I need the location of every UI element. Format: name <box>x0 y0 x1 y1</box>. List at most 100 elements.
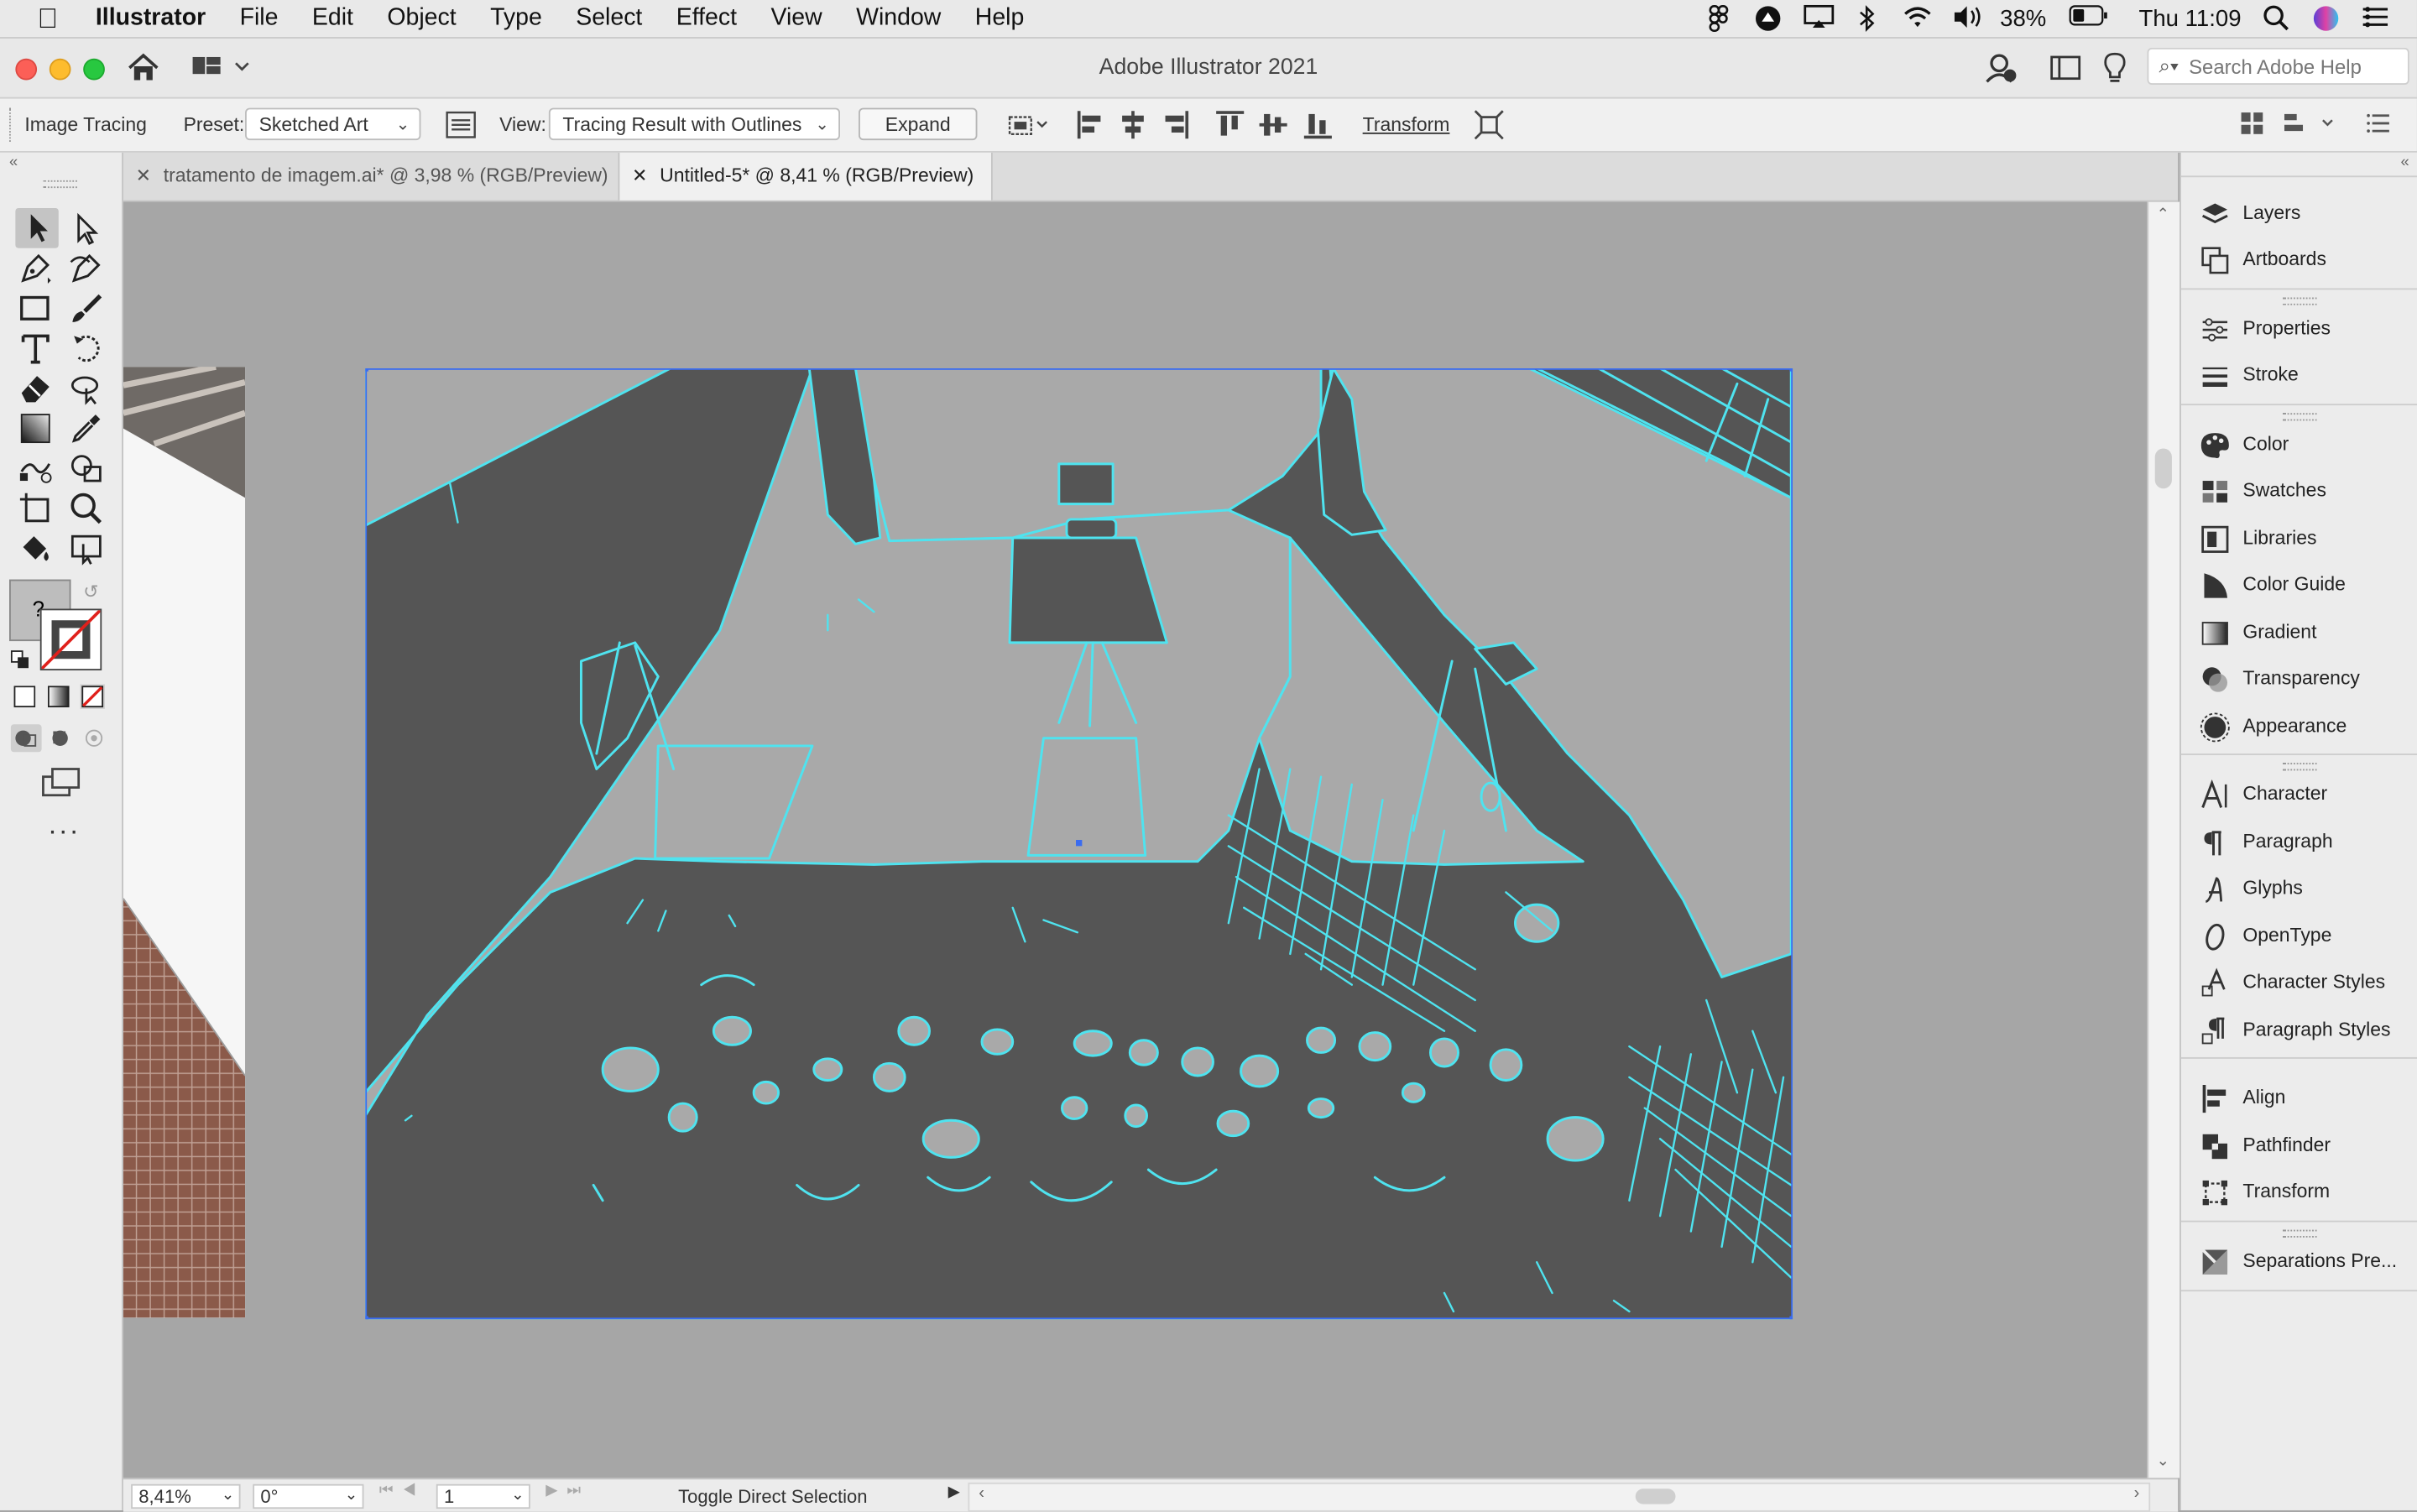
panel-libraries[interactable]: Libraries <box>2181 519 2417 560</box>
horizontal-scrollbar[interactable]: ‹ › <box>968 1482 2151 1512</box>
panel-appearance[interactable]: Appearance <box>2181 707 2417 748</box>
panel-character[interactable]: Character <box>2181 775 2417 816</box>
menu-edit[interactable]: Edit <box>312 5 353 33</box>
width-tool-icon[interactable] <box>68 370 105 407</box>
shape-builder-tool-icon[interactable] <box>68 450 105 487</box>
artboard-number-field[interactable]: 1 ⌄ <box>436 1483 530 1509</box>
view-dropdown[interactable]: Tracing Result with Outlines ⌄ <box>548 107 841 141</box>
panel-artboards[interactable]: Artboards <box>2181 241 2417 281</box>
menubar-clock[interactable]: Thu 11:09 <box>2139 5 2242 31</box>
horizontal-align-right-icon[interactable] <box>1162 109 1190 144</box>
panel-group-grip[interactable] <box>2283 297 2317 305</box>
collapse-dock-icon[interactable]: « <box>2401 154 2409 171</box>
horizontal-scroll-thumb[interactable] <box>1635 1489 1676 1504</box>
draw-behind-icon[interactable] <box>46 724 77 759</box>
type-tool-icon[interactable] <box>17 330 54 367</box>
toolbar-grip[interactable] <box>43 180 77 189</box>
gradient-tool-icon[interactable] <box>17 410 54 447</box>
image-trace-panel-icon[interactable] <box>446 111 477 143</box>
scroll-down-icon[interactable]: ⌄ <box>2157 1453 2169 1470</box>
pen-tool-icon[interactable] <box>17 250 54 287</box>
edit-toolbar-icon[interactable]: ··· <box>48 816 81 848</box>
transform-link[interactable]: Transform <box>1363 114 1450 136</box>
panel-layers[interactable]: Layers <box>2181 194 2417 234</box>
menu-help[interactable]: Help <box>975 5 1025 33</box>
zoom-level-field[interactable]: 8,41% ⌄ <box>131 1483 241 1509</box>
vertical-scrollbar[interactable]: ⌃ ⌄ <box>2147 201 2180 1478</box>
panel-swatches[interactable]: Swatches <box>2181 472 2417 512</box>
horizontal-align-center-icon[interactable] <box>1119 109 1146 144</box>
direct-selection-tool-icon[interactable] <box>68 210 105 247</box>
stroke-swatch[interactable] <box>39 608 102 670</box>
panel-separations-preview[interactable]: Separations Pre... <box>2181 1242 2417 1282</box>
panel-paragraph[interactable]: Paragraph <box>2181 823 2417 863</box>
panel-properties[interactable]: Properties <box>2181 310 2417 350</box>
panel-paragraph-styles[interactable]: Paragraph Styles <box>2181 1011 2417 1051</box>
airplay-icon[interactable] <box>1803 4 1834 33</box>
live-paint-bucket-icon[interactable] <box>17 530 54 567</box>
eyedropper-tool-icon[interactable] <box>68 410 105 447</box>
draw-normal-icon[interactable] <box>10 724 42 753</box>
none-mode-icon[interactable] <box>80 684 105 709</box>
menu-type[interactable]: Type <box>490 5 542 33</box>
next-last-artboard-icon[interactable]: ▶⏭ <box>546 1483 590 1499</box>
change-screen-mode-icon[interactable] <box>42 768 82 806</box>
draw-inside-icon[interactable] <box>81 724 106 759</box>
artboard-tool-icon[interactable] <box>17 490 54 527</box>
align-to-selection-icon[interactable] <box>1006 111 1052 143</box>
preset-dropdown[interactable]: Sketched Art ⌄ <box>245 107 421 141</box>
tab-tratamento-de-imagem[interactable]: ✕ tratamento de imagem.ai* @ 3,98 % (RGB… <box>123 153 619 201</box>
scroll-left-icon[interactable]: ‹ <box>979 1484 984 1503</box>
isolate-group-icon[interactable] <box>1474 109 1505 144</box>
vertical-align-top-icon[interactable] <box>1214 109 1245 144</box>
close-tab-icon[interactable]: ✕ <box>632 153 647 201</box>
menu-object[interactable]: Object <box>387 5 456 33</box>
scroll-up-icon[interactable]: ⌃ <box>2157 206 2169 223</box>
siri-icon[interactable] <box>2312 5 2340 33</box>
perspective-selection-icon[interactable] <box>68 530 105 567</box>
selection-tool-icon[interactable] <box>15 207 59 248</box>
control-bar-menu-icon[interactable] <box>2366 112 2390 138</box>
tab-untitled-5[interactable]: ✕ Untitled-5* @ 8,41 % (RGB/Preview) <box>618 152 993 201</box>
panel-opentype[interactable]: OpenType <box>2181 917 2417 957</box>
panel-glyphs[interactable]: Glyphs <box>2181 869 2417 910</box>
vertical-align-center-icon[interactable] <box>1258 109 1289 144</box>
vertical-scroll-thumb[interactable] <box>2154 448 2172 489</box>
menu-select[interactable]: Select <box>576 5 642 33</box>
color-mode-icon[interactable] <box>13 686 36 715</box>
expand-button[interactable]: Expand <box>859 107 978 141</box>
panel-group-grip[interactable] <box>2283 763 2317 771</box>
bluetooth-icon[interactable] <box>1852 5 1880 33</box>
share-user-icon[interactable] <box>1984 51 2018 93</box>
menu-window[interactable]: Window <box>856 5 941 33</box>
menu-file[interactable]: File <box>240 5 279 33</box>
panel-transparency[interactable]: Transparency <box>2181 660 2417 700</box>
close-tab-icon[interactable]: ✕ <box>136 153 151 201</box>
apple-logo-icon[interactable]:  <box>31 2 65 35</box>
panel-transform[interactable]: Transform <box>2181 1173 2417 1213</box>
swap-fill-stroke-icon[interactable]: ↺ <box>83 581 98 602</box>
traced-artboard[interactable] <box>362 365 1796 1322</box>
rotation-field[interactable]: 0° ⌄ <box>253 1483 364 1509</box>
panel-group-grip[interactable] <box>2283 413 2317 421</box>
menu-effect[interactable]: Effect <box>676 5 737 33</box>
vertical-align-bottom-icon[interactable] <box>1302 109 1334 144</box>
curvature-tool-icon[interactable] <box>68 250 105 287</box>
horizontal-align-left-icon[interactable] <box>1076 109 1104 144</box>
blend-tool-icon[interactable] <box>17 450 54 487</box>
rectangle-tool-icon[interactable] <box>17 289 54 326</box>
eraser-tool-icon[interactable] <box>17 370 54 407</box>
image-tracing-label[interactable]: Image Tracing <box>24 114 147 136</box>
canvas-area[interactable] <box>123 201 2148 1478</box>
wifi-icon[interactable] <box>1902 5 1930 33</box>
panel-color[interactable]: Color <box>2181 425 2417 466</box>
distribute-icon[interactable] <box>2240 111 2264 140</box>
panel-group-grip[interactable] <box>2283 1229 2317 1238</box>
gradient-mode-icon[interactable] <box>47 686 70 715</box>
zoom-tool-icon[interactable] <box>68 490 105 527</box>
search-adobe-help-field[interactable]: ⌕▾ Search Adobe Help <box>2147 47 2409 86</box>
status-menu-arrow-icon[interactable]: ▶ <box>948 1484 960 1501</box>
arrange-documents-icon[interactable] <box>2050 55 2081 88</box>
panel-align[interactable]: Align <box>2181 1079 2417 1119</box>
first-prev-artboard-icon[interactable]: ⏮◀ <box>379 1483 425 1499</box>
